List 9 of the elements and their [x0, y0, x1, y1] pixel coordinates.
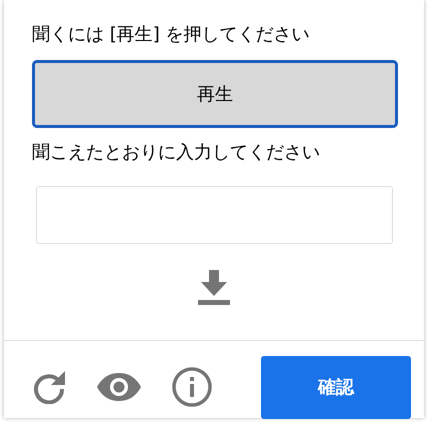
eye-icon[interactable] — [96, 372, 142, 402]
verify-button[interactable]: 確認 — [261, 356, 411, 418]
reload-icon[interactable] — [32, 370, 66, 404]
play-button[interactable]: 再生 — [32, 60, 398, 128]
download-icon[interactable] — [197, 270, 231, 306]
prompt-text: 聞くには [再生] を押してください — [32, 23, 310, 47]
instruction-text: 聞こえたとおりに入力してください — [32, 141, 321, 165]
answer-field[interactable] — [36, 186, 393, 244]
info-icon[interactable] — [172, 367, 212, 407]
